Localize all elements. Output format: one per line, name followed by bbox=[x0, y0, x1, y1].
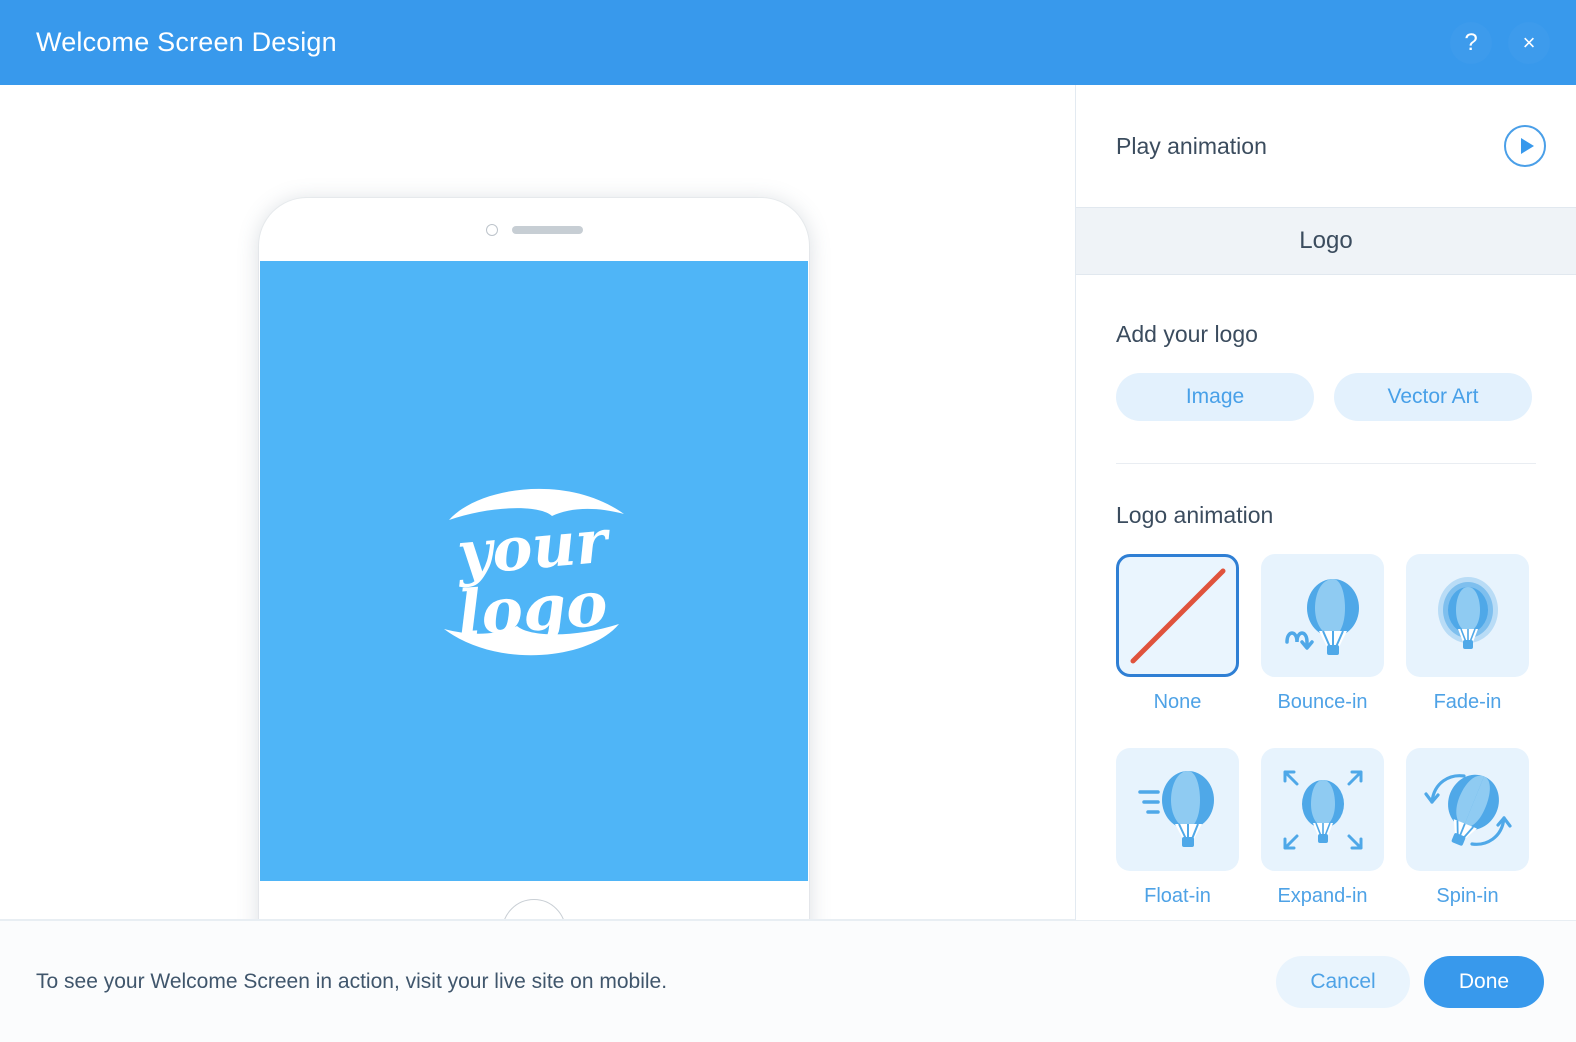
no-animation-icon bbox=[1130, 568, 1225, 663]
question-mark-icon: ? bbox=[1464, 28, 1478, 56]
footer-buttons: Cancel Done bbox=[1276, 955, 1544, 1008]
close-button[interactable]: × bbox=[1508, 21, 1550, 64]
logo-animation-section-label: Logo animation bbox=[1116, 502, 1274, 528]
logo-animation-options: None Bounce-in Fade-in Float-in Expand-i… bbox=[1116, 554, 1536, 920]
add-vector-art-button[interactable]: Vector Art bbox=[1334, 373, 1532, 421]
tab-logo[interactable]: Logo bbox=[1299, 227, 1352, 255]
dialog-footer: To see your Welcome Screen in action, vi… bbox=[0, 920, 1576, 1042]
add-logo-buttons: Image Vector Art bbox=[1116, 373, 1536, 421]
home-button-icon bbox=[502, 898, 566, 919]
animation-tile bbox=[1116, 554, 1239, 677]
add-logo-section-label: Add your logo bbox=[1116, 321, 1258, 347]
dialog-header: Welcome Screen Design ? × bbox=[0, 0, 1576, 85]
panel-tabbar: Logo bbox=[1076, 207, 1576, 275]
play-animation-row: Play animation bbox=[1076, 85, 1576, 207]
camera-icon bbox=[485, 223, 498, 236]
preview-canvas: your logo bbox=[0, 85, 1075, 920]
dialog-body: your logo Play animation Logo Add your l… bbox=[0, 85, 1576, 920]
done-button[interactable]: Done bbox=[1424, 955, 1544, 1008]
phone-screen[interactable]: your logo bbox=[260, 261, 808, 881]
svg-text:logo: logo bbox=[455, 566, 609, 649]
animation-option-spin-in[interactable]: Spin-in bbox=[1406, 748, 1529, 920]
animation-option-expand-in[interactable]: Expand-in bbox=[1261, 748, 1384, 920]
close-icon: × bbox=[1522, 29, 1536, 55]
page-title: Welcome Screen Design bbox=[36, 27, 337, 57]
phone-mockup: your logo bbox=[259, 198, 809, 919]
animation-option-bounce-in[interactable]: Bounce-in bbox=[1261, 554, 1384, 738]
play-icon bbox=[1520, 138, 1534, 154]
animation-option-float-in[interactable]: Float-in bbox=[1116, 748, 1239, 920]
cancel-button[interactable]: Cancel bbox=[1276, 955, 1410, 1008]
animation-tile bbox=[1406, 554, 1529, 677]
welcome-screen-design-dialog: Welcome Screen Design ? × your logo Play… bbox=[0, 0, 1576, 1042]
panel-content: Add your logo Image Vector Art Logo anim… bbox=[1076, 275, 1576, 920]
balloon-expand-icon bbox=[1283, 770, 1362, 849]
animation-tile bbox=[1406, 748, 1529, 871]
play-animation-button[interactable] bbox=[1504, 125, 1546, 167]
your-logo-placeholder-icon: your logo bbox=[444, 488, 624, 655]
animation-tile bbox=[1116, 748, 1239, 871]
settings-panel: Play animation Logo Add your logo Image … bbox=[1075, 85, 1576, 920]
animation-option-label: None bbox=[1153, 691, 1202, 713]
animation-option-fade-in[interactable]: Fade-in bbox=[1406, 554, 1529, 738]
help-button[interactable]: ? bbox=[1450, 21, 1492, 64]
speaker-grill-icon bbox=[511, 225, 583, 234]
header-actions: ? × bbox=[1450, 21, 1550, 64]
animation-option-none[interactable]: None bbox=[1116, 554, 1239, 738]
animation-option-label: Bounce-in bbox=[1277, 691, 1368, 713]
balloon-spin-icon bbox=[1423, 773, 1512, 846]
animation-option-label: Float-in bbox=[1144, 885, 1211, 907]
footer-hint-text: To see your Welcome Screen in action, vi… bbox=[36, 969, 668, 993]
animation-tile bbox=[1261, 554, 1384, 677]
balloon-float-icon bbox=[1137, 770, 1214, 847]
phone-top-bar bbox=[259, 198, 809, 261]
balloon-bounce-icon bbox=[1284, 578, 1359, 655]
balloon-fade-icon bbox=[1437, 576, 1498, 649]
animation-tile bbox=[1261, 748, 1384, 871]
add-image-button[interactable]: Image bbox=[1116, 373, 1314, 421]
section-divider bbox=[1116, 463, 1536, 464]
play-animation-label: Play animation bbox=[1116, 132, 1267, 159]
animation-option-label: Spin-in bbox=[1436, 885, 1499, 907]
animation-option-label: Expand-in bbox=[1277, 885, 1368, 907]
animation-option-label: Fade-in bbox=[1433, 691, 1502, 713]
phone-bottom-bar bbox=[259, 881, 809, 919]
